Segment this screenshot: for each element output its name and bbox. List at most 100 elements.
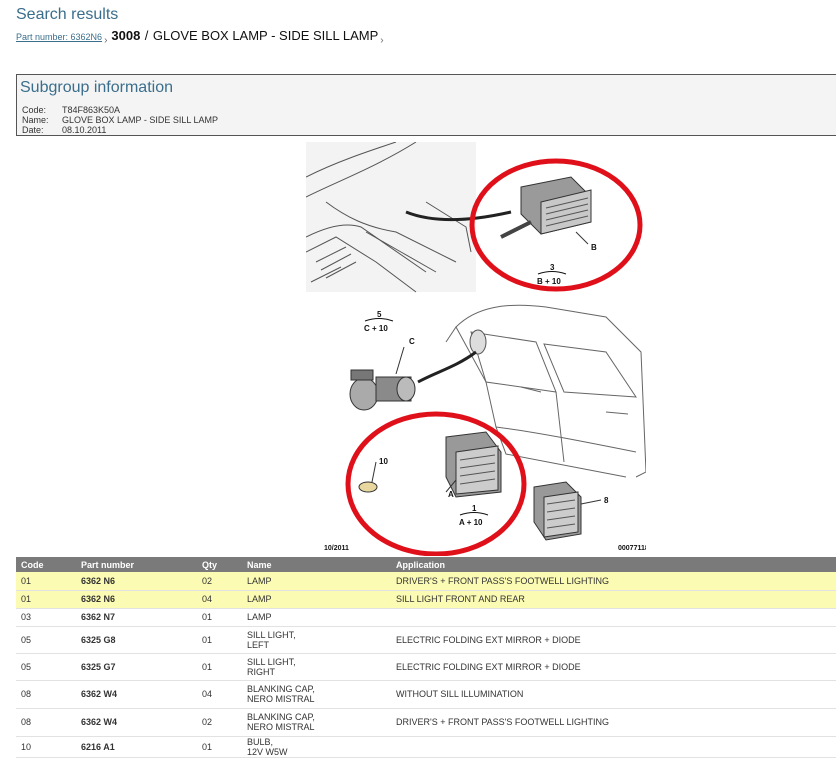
- row-name-line2: 12V W5W: [247, 746, 288, 757]
- row-qty: 01: [197, 653, 242, 681]
- table-row[interactable]: 05 6325 G8 01 SILL LIGHT, LEFT ELECTRIC FOLDI…: [16, 626, 836, 654]
- row-code: 05: [16, 653, 76, 681]
- callout-8: 8: [604, 496, 609, 505]
- header-qty[interactable]: Qty: [197, 557, 242, 572]
- row-name: LAMP: [242, 572, 391, 591]
- row-qty: 04: [197, 680, 242, 709]
- subgroup-date-row: Date: 08.10.2011: [22, 125, 106, 135]
- row-part-number: 6216 A1: [76, 736, 197, 758]
- row-code: 10: [16, 736, 76, 758]
- row-part-number: 6325 G7: [76, 653, 197, 681]
- row-name-line1: LAMP: [247, 612, 272, 622]
- row-application: [391, 608, 836, 627]
- callout-b: B: [591, 243, 597, 252]
- row-name-line2: LEFT: [247, 639, 270, 650]
- table-header-row: Code Part number Qty Name Application: [16, 557, 836, 572]
- row-application: SILL LIGHT FRONT AND REAR: [391, 590, 836, 609]
- lamp-b-part: [500, 176, 592, 239]
- row-application: DRIVER'S + FRONT PASS'S FOOTWELL LIGHTIN…: [391, 572, 836, 591]
- table-row[interactable]: 01 6362 N6 02 LAMP DRIVER'S + FRONT PASS'S F…: [16, 572, 836, 591]
- diagram-date: 10/2011: [324, 545, 349, 552]
- ref-5-number: 5: [377, 310, 382, 319]
- header-name[interactable]: Name: [242, 557, 391, 572]
- table-row[interactable]: 08 6362 W4 04 BLANKING CAP, NERO MISTRAL WITH…: [16, 680, 836, 709]
- leader-line: [575, 231, 589, 245]
- chevron-right-icon: ›: [104, 35, 108, 46]
- bulb-part: [358, 481, 378, 493]
- row-part-number: 6362 N6: [76, 590, 197, 609]
- code-label: Code:: [22, 105, 47, 115]
- row-qty: 01: [197, 736, 242, 758]
- mirror-part: [469, 329, 487, 355]
- diagram-id: 00077118: [618, 545, 646, 552]
- breadcrumb-group-code: 3008: [111, 28, 141, 43]
- ref-1-brace: [459, 512, 489, 516]
- row-name: SILL LIGHT, RIGHT: [242, 653, 391, 681]
- lamp-c-part: [349, 369, 416, 411]
- row-name: LAMP: [242, 590, 391, 609]
- date-value: 08.10.2011: [62, 125, 107, 135]
- leader-line: [395, 346, 405, 375]
- row-name: SILL LIGHT, LEFT: [242, 626, 391, 654]
- row-code: 01: [16, 572, 76, 591]
- row-code: 05: [16, 626, 76, 654]
- row-application: [391, 736, 836, 758]
- row-name-line2: NERO MISTRAL: [247, 694, 315, 704]
- row-application: ELECTRIC FOLDING EXT MIRROR + DIODE: [391, 626, 836, 654]
- row-qty: 01: [197, 608, 242, 627]
- row-code: 03: [16, 608, 76, 627]
- row-name-line2: RIGHT: [247, 666, 275, 677]
- row-name: BULB, 12V W5W: [242, 736, 391, 758]
- parts-table: Code Part number Qty Name Application 01…: [16, 557, 836, 758]
- row-name-line1: SILL LIGHT,: [247, 656, 296, 667]
- row-name-line1: SILL LIGHT,: [247, 629, 296, 640]
- table-row[interactable]: 10 6216 A1 01 BULB, 12V W5W: [16, 736, 836, 758]
- breadcrumb-part-number-link[interactable]: Part number: 6362N6: [16, 32, 102, 42]
- row-name-line1: LAMP: [247, 594, 272, 604]
- row-qty: 01: [197, 626, 242, 654]
- row-name: BLANKING CAP, NERO MISTRAL: [242, 708, 391, 737]
- row-name-line1: BLANKING CAP,: [247, 712, 315, 722]
- table-row[interactable]: 01 6362 N6 04 LAMP SILL LIGHT FRONT AND REAR: [16, 590, 836, 609]
- row-application: ELECTRIC FOLDING EXT MIRROR + DIODE: [391, 653, 836, 681]
- table-row[interactable]: 08 6362 W4 02 BLANKING CAP, NERO MISTRAL DRIV…: [16, 708, 836, 737]
- callout-10: 10: [379, 457, 388, 466]
- name-value: GLOVE BOX LAMP - SIDE SILL LAMP: [62, 115, 219, 125]
- table-row[interactable]: 05 6325 G7 01 SILL LIGHT, RIGHT ELECTRIC FOLD…: [16, 653, 836, 681]
- row-code: 08: [16, 708, 76, 737]
- row-part-number: 6362 W4: [76, 708, 197, 737]
- row-name: BLANKING CAP, NERO MISTRAL: [242, 680, 391, 709]
- date-label: Date:: [22, 125, 44, 135]
- ref-5-formula: C + 10: [364, 324, 388, 333]
- parts-diagram[interactable]: B 3 B + 10 C 5 C + 10 A 10 1 A + 10 8 10…: [306, 142, 646, 556]
- row-name: LAMP: [242, 608, 391, 627]
- header-code[interactable]: Code: [16, 557, 76, 572]
- chevron-right-icon: ›: [380, 35, 384, 46]
- ref-3-number: 3: [550, 263, 555, 272]
- header-part-number[interactable]: Part number: [76, 557, 197, 572]
- header-application[interactable]: Application: [391, 557, 836, 572]
- breadcrumb-separator: /: [144, 28, 149, 43]
- breadcrumb-group-title: GLOVE BOX LAMP - SIDE SILL LAMP: [152, 28, 379, 43]
- subgroup-name-row: Name: GLOVE BOX LAMP - SIDE SILL LAMP: [22, 115, 218, 125]
- code-value: T84F863K50A: [62, 105, 121, 115]
- ref-3-formula: B + 10: [537, 277, 561, 286]
- dashboard-illustration: [306, 142, 476, 293]
- row-name-line1: BLANKING CAP,: [247, 684, 315, 694]
- row-qty: 02: [197, 708, 242, 737]
- name-label: Name:: [22, 115, 49, 125]
- table-row[interactable]: 03 6362 N7 01 LAMP: [16, 608, 836, 627]
- ref-3-brace: [537, 271, 567, 275]
- row-code: 08: [16, 680, 76, 709]
- row-part-number: 6362 N7: [76, 608, 197, 627]
- callout-a: A: [448, 490, 454, 499]
- leader-line: [580, 499, 602, 505]
- subgroup-info-panel: Subgroup information Code: T84F863K50A Na…: [16, 74, 836, 136]
- ref-1-formula: A + 10: [459, 518, 483, 527]
- row-code: 01: [16, 590, 76, 609]
- row-application: WITHOUT SILL ILLUMINATION: [391, 680, 836, 709]
- lamp-c-wire: [417, 350, 477, 384]
- row-qty: 04: [197, 590, 242, 609]
- lamp-8-part: [533, 481, 582, 541]
- row-name-line2: NERO MISTRAL: [247, 722, 315, 732]
